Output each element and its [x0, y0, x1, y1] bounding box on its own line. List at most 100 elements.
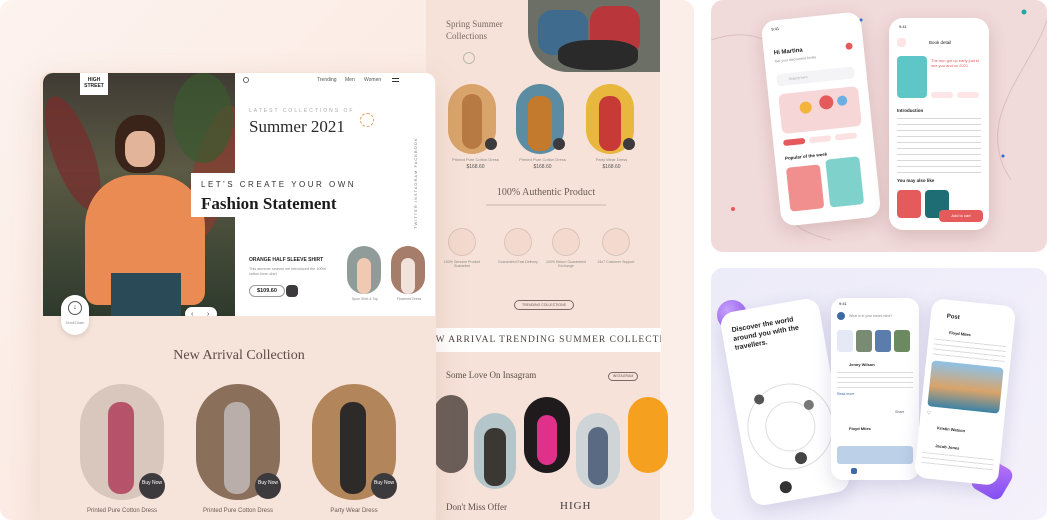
tagline-title: Fashion Statement: [201, 194, 337, 213]
instagram-button[interactable]: INSTAGRAM: [608, 372, 638, 381]
post-lines: [921, 451, 995, 472]
status-time: 9:41: [899, 24, 907, 29]
post-user: Kristin Watson: [936, 425, 966, 434]
sun-icon: [360, 113, 374, 127]
chevron-left-icon[interactable]: ‹: [191, 311, 193, 316]
brand-logo[interactable]: HIGH STREET: [80, 73, 108, 95]
tag-chip: [957, 92, 979, 98]
post-title: Post: [946, 313, 961, 322]
feature-label: Guaranteed Fast Delivery: [498, 260, 538, 264]
story-thumb[interactable]: [875, 330, 891, 352]
menu-icon[interactable]: [392, 78, 399, 82]
cart-icon[interactable]: [286, 285, 298, 297]
travel-phone-post: Post Floyd Miles ♡ Kristin Watson Jacob …: [913, 298, 1017, 486]
heart-icon[interactable]: ♡: [926, 410, 931, 416]
book-app-showcase: 9:41 Hi Martina Get your discounted book…: [711, 0, 1047, 252]
authentic-subtitle-line: [486, 204, 606, 206]
genuine-icon: [448, 228, 476, 256]
search-input[interactable]: Search here: [776, 66, 855, 87]
you-may-like: You may also like: [897, 178, 935, 183]
arrival-name: Printed Pure Cotton Dress: [202, 508, 274, 514]
spring-item-price: $168.60: [466, 164, 485, 170]
nav-women[interactable]: Women: [364, 77, 381, 83]
instagram-post[interactable]: [628, 397, 668, 473]
thumb-1[interactable]: [347, 246, 381, 294]
book-cover-large: [897, 56, 927, 98]
return-icon: [552, 228, 580, 256]
greeting-sub: Get your discounted books: [774, 55, 817, 64]
nav-men[interactable]: Men: [345, 77, 355, 83]
category-chip[interactable]: [834, 132, 858, 141]
scroll-button[interactable]: ↓ Scroll Down: [61, 295, 89, 335]
instagram-post[interactable]: [524, 397, 570, 473]
read-more-link[interactable]: Read more: [837, 392, 854, 396]
tagline-kicker: LET'S CREATE YOUR OWN: [201, 180, 357, 189]
authentic-title: 100% Authentic Product: [496, 187, 596, 198]
story-thumb[interactable]: [837, 330, 853, 352]
banner[interactable]: [778, 85, 862, 135]
post-lines: [932, 338, 1007, 364]
buy-now-button[interactable]: [485, 138, 497, 150]
book-cover[interactable]: [825, 156, 865, 208]
fashion-showcase: Spring Summer Collections Printed Pure C…: [0, 0, 694, 520]
instagram-title: Some Love On Insagram: [446, 370, 537, 380]
thumb-2-label: Flowered Dress: [396, 297, 422, 301]
story-thumb[interactable]: [894, 330, 910, 352]
instagram-post[interactable]: [576, 413, 620, 489]
instagram-post[interactable]: [434, 395, 468, 473]
greeting: Hi Martina: [773, 47, 804, 57]
search-icon[interactable]: [243, 77, 249, 83]
post-lines: [837, 372, 913, 390]
bell-icon[interactable]: [845, 42, 853, 51]
book-name: The sun got up early just to see you and…: [931, 58, 980, 68]
spring-item-name: Party Wear Dress: [595, 157, 628, 162]
add-to-cart-button[interactable]: Add to cart: [939, 210, 983, 222]
feature-label: 24x7 Customer Support: [597, 260, 635, 264]
chevron-right-icon[interactable]: ›: [207, 311, 209, 316]
book-phone-home: 9:41 Hi Martina Get your discounted book…: [760, 11, 882, 227]
story-thumb[interactable]: [856, 330, 872, 352]
spring-title: Spring Summer Collections: [446, 19, 503, 41]
back-icon[interactable]: [897, 38, 906, 47]
thumb-2[interactable]: [391, 246, 425, 294]
offer-title: Don't Miss Offer: [446, 502, 507, 512]
hero-kicker: LATEST COLLECTIONS OF: [249, 108, 355, 114]
arrival-name: Printed Pure Cotton Dress: [86, 508, 158, 514]
offer-brand: HIGH: [560, 500, 592, 512]
product-title: ORANGE HALF SLEEVE SHIRT: [249, 257, 324, 263]
post-image[interactable]: [837, 446, 913, 464]
feature-label: 100% Genuine Product Guarantee: [443, 260, 481, 268]
book-phone-detail: 9:41 Book detail The sun got up early ju…: [889, 18, 989, 230]
buy-now-button[interactable]: [623, 138, 635, 150]
search-input[interactable]: What is in your travel mind?: [849, 314, 913, 318]
avatar: [837, 312, 845, 320]
category-chip[interactable]: [782, 137, 806, 147]
trending-button[interactable]: TRENDING COLLECTIONS: [514, 300, 574, 310]
travel-app-showcase: Discover the world around you with the t…: [711, 268, 1047, 520]
book-cover[interactable]: [785, 164, 825, 212]
carousel-controls: [185, 307, 217, 316]
buy-now-button[interactable]: Buy Now: [371, 473, 397, 499]
buy-now-button[interactable]: Buy Now: [139, 473, 165, 499]
spring-circle-icon[interactable]: [463, 52, 475, 64]
spring-hero-image: [528, 0, 660, 72]
social-links[interactable]: TWITTER INSTAGRAM FACEBOOK: [413, 138, 418, 229]
buy-now-button[interactable]: [553, 138, 565, 150]
post-user: Floyd Miles: [948, 330, 972, 338]
product-desc: This summer season we introduced the 100…: [249, 267, 327, 276]
spring-item-price: $168.60: [602, 164, 621, 170]
spring-item-name: Printed Pure Cotton Dress: [452, 157, 499, 162]
home-icon[interactable]: [851, 468, 857, 474]
post-user: Floyd Miles: [849, 426, 871, 431]
category-chip[interactable]: [808, 135, 832, 144]
delivery-icon: [504, 228, 532, 256]
buy-now-button[interactable]: Buy Now: [255, 473, 281, 499]
book-thumb[interactable]: [897, 190, 921, 218]
instagram-post[interactable]: [474, 413, 516, 489]
nav-trending[interactable]: Trending: [317, 77, 337, 83]
travel-phone-feed: 9:41 What is in your travel mind? Jenny …: [831, 298, 919, 480]
share-button[interactable]: Share: [895, 410, 904, 414]
status-time: 9:41: [839, 301, 847, 306]
post-photo[interactable]: [927, 360, 1004, 414]
website-hero-card: HIGH STREET Trending Men Women LATEST CO…: [43, 73, 435, 316]
